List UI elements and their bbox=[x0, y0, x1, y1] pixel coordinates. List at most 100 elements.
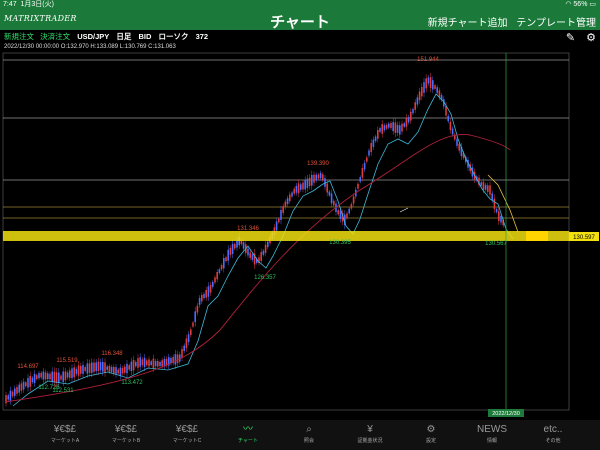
chart-type-select[interactable]: ローソク bbox=[159, 32, 189, 41]
candle bbox=[399, 125, 401, 135]
candle bbox=[286, 198, 289, 205]
candle bbox=[361, 168, 364, 178]
candle bbox=[126, 363, 128, 374]
candle bbox=[150, 361, 152, 365]
market-c-tab[interactable]: ¥€$£ マーケットC bbox=[162, 423, 212, 444]
candle bbox=[141, 359, 144, 366]
candle bbox=[47, 373, 49, 380]
candle bbox=[73, 367, 75, 378]
currency-icon: ¥€$£ bbox=[175, 424, 199, 435]
candle bbox=[427, 77, 430, 84]
candle bbox=[493, 198, 496, 209]
side-select[interactable]: BID bbox=[138, 32, 151, 41]
candle bbox=[284, 201, 287, 208]
settle-order-button[interactable]: 決済注文 bbox=[40, 32, 70, 41]
candle bbox=[267, 241, 269, 248]
etc-tab[interactable]: etc.. その他 bbox=[528, 423, 578, 444]
status-bar: 7:47 1月3日(火) ◠ 56% ▭ bbox=[0, 0, 600, 10]
add-chart-link[interactable]: 新規チャート追加 bbox=[428, 18, 508, 29]
price-chart[interactable]: 151.944 139.390 131.346 130.395 126.357 130.5… bbox=[0, 51, 600, 417]
more-icon: etc.. bbox=[543, 424, 563, 435]
candle bbox=[130, 361, 133, 372]
chart-tab[interactable]: 〰チャート bbox=[223, 423, 273, 444]
market-a-tab[interactable]: ¥€$£ マーケットA bbox=[40, 423, 90, 444]
new-order-button[interactable]: 新規注文 bbox=[4, 32, 34, 41]
candle bbox=[251, 254, 254, 260]
candle bbox=[119, 367, 122, 377]
price-label: 113.472 bbox=[121, 380, 143, 386]
candle bbox=[117, 369, 119, 374]
candle bbox=[165, 358, 168, 366]
candle bbox=[412, 108, 414, 114]
bottom-tab-bar: ¥€$£ マーケットA ¥€$£ マーケットB ¥€$£ マーケットC 〰チャート ⌕ 照会 ¥ 証… bbox=[0, 420, 600, 450]
candle bbox=[432, 80, 434, 90]
currency-pair-select[interactable]: USD/JPY bbox=[77, 32, 109, 41]
candle bbox=[346, 213, 348, 219]
chart-toolbar: 新規注文 決済注文 USD/JPY 日足 BID ローソク 372 ✎ ⚙ bbox=[0, 30, 600, 44]
gear-icon[interactable]: ⚙ bbox=[586, 32, 596, 44]
candle bbox=[401, 123, 403, 132]
candle bbox=[385, 124, 388, 129]
margin-icon: ¥ bbox=[367, 424, 373, 435]
candle bbox=[80, 365, 82, 374]
candle bbox=[31, 377, 34, 383]
candle bbox=[194, 311, 196, 323]
bar-count[interactable]: 372 bbox=[196, 32, 209, 41]
candle bbox=[489, 185, 491, 195]
price-label: 116.348 bbox=[101, 351, 123, 357]
candle bbox=[95, 362, 97, 372]
candle bbox=[451, 128, 454, 135]
market-b-tab[interactable]: ¥€$£ マーケットB bbox=[101, 423, 151, 444]
candle bbox=[278, 218, 280, 223]
inquiry-tab[interactable]: ⌕ 照会 bbox=[284, 423, 334, 444]
tab-label: 設定 bbox=[425, 438, 436, 444]
candle bbox=[139, 357, 141, 367]
candle bbox=[421, 86, 423, 97]
candle bbox=[64, 371, 67, 381]
candle bbox=[44, 372, 47, 380]
candle bbox=[370, 143, 372, 153]
timeframe-select[interactable]: 日足 bbox=[116, 32, 131, 41]
tab-label: チャート bbox=[238, 438, 258, 444]
candle bbox=[275, 221, 278, 231]
candle bbox=[66, 372, 69, 378]
candle bbox=[174, 354, 177, 365]
candle bbox=[14, 388, 16, 396]
candle bbox=[293, 188, 295, 194]
tab-label: マーケットC bbox=[172, 438, 202, 444]
pen-icon[interactable]: ✎ bbox=[566, 32, 575, 44]
candle bbox=[132, 360, 135, 371]
margin-tab[interactable]: ¥ 証拠金状況 bbox=[345, 423, 395, 444]
candle bbox=[449, 121, 452, 131]
candle bbox=[27, 377, 29, 388]
candle bbox=[434, 85, 436, 89]
candle bbox=[326, 183, 328, 193]
candle bbox=[403, 123, 405, 127]
candle bbox=[181, 349, 183, 358]
price-label: 112.531 bbox=[52, 388, 74, 394]
price-label: 114.697 bbox=[17, 364, 39, 370]
candle bbox=[348, 208, 350, 214]
candle bbox=[388, 123, 390, 128]
candle bbox=[339, 210, 342, 220]
candle bbox=[205, 289, 207, 298]
candle bbox=[104, 362, 106, 373]
candle bbox=[392, 122, 394, 132]
candle bbox=[16, 387, 18, 394]
candle bbox=[322, 174, 324, 180]
candle bbox=[396, 124, 399, 133]
template-manage-link[interactable]: テンプレート管理 bbox=[516, 18, 596, 29]
candle bbox=[366, 157, 368, 162]
settings-tab[interactable]: ⚙ 設定 bbox=[406, 423, 456, 444]
candle bbox=[216, 271, 218, 280]
candle bbox=[280, 209, 282, 221]
candle bbox=[137, 358, 139, 368]
candle bbox=[22, 381, 25, 390]
candle bbox=[405, 117, 408, 127]
candle bbox=[260, 252, 262, 261]
candle bbox=[209, 284, 212, 293]
candle bbox=[49, 373, 51, 380]
candle bbox=[418, 91, 421, 101]
news-tab[interactable]: NEWS 情報 bbox=[467, 423, 517, 444]
tab-label: 証拠金状況 bbox=[357, 438, 383, 444]
